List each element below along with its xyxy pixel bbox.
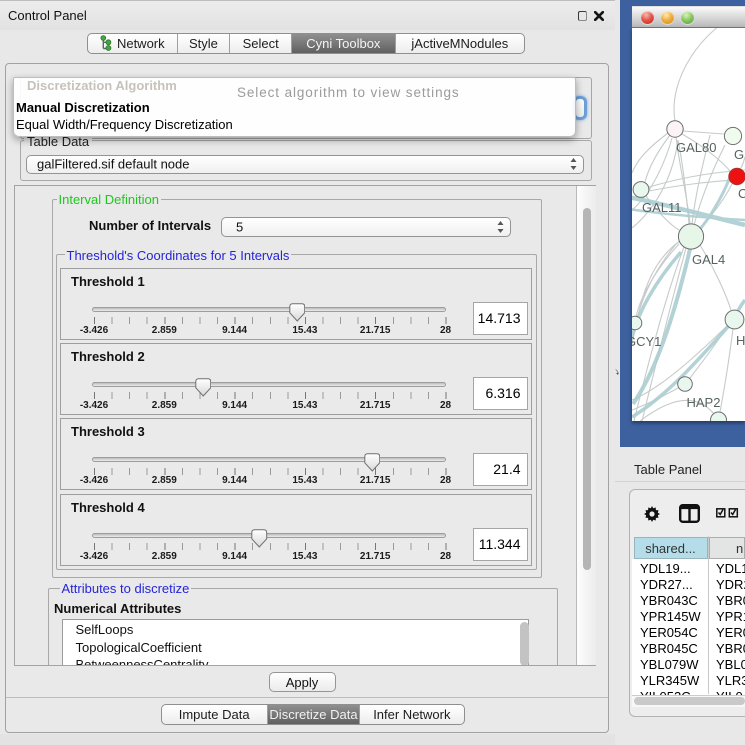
svg-text:H: H (736, 333, 745, 348)
svg-text:HAP2: HAP2 (687, 395, 721, 410)
svg-text:GAL80: GAL80 (676, 140, 716, 155)
svg-text:GCY1: GCY1 (632, 334, 661, 349)
svg-text:GAL11: GAL11 (642, 200, 682, 215)
svg-text:C: C (738, 186, 745, 201)
svg-text:GAL4: GAL4 (692, 252, 725, 267)
svg-text:G.: G. (734, 147, 745, 162)
